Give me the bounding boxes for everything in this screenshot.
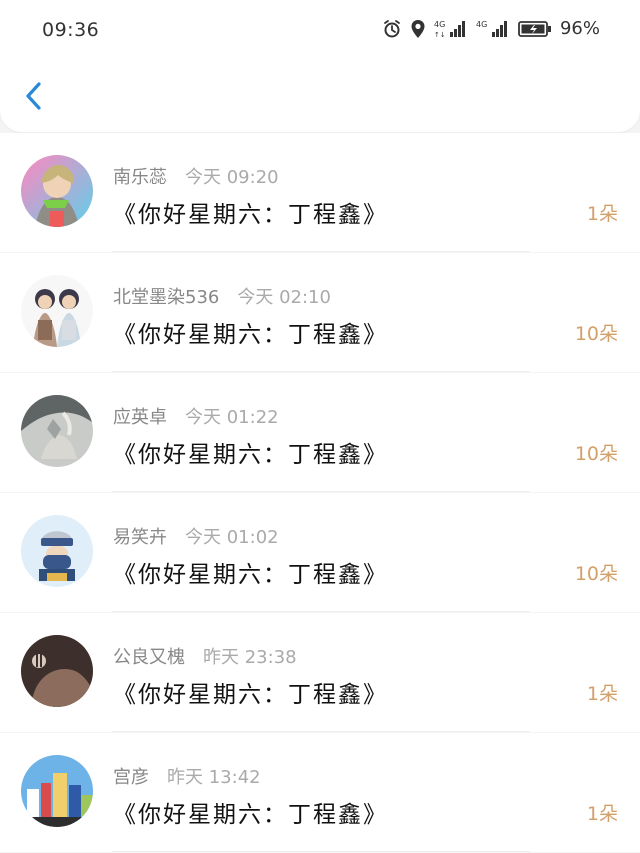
status-bar: 09:36 4G ↑↓ 4G 96% bbox=[0, 0, 640, 60]
list-item[interactable]: 南乐蕊 今天 09:20 《你好星期六：丁程鑫》 1朵 bbox=[0, 133, 640, 252]
avatar bbox=[21, 395, 93, 467]
flower-count: 1朵 bbox=[586, 203, 618, 225]
list-item[interactable]: 应英卓 今天 01:22 《你好星期六：丁程鑫》 10朵 bbox=[0, 373, 640, 492]
flower-count: 10朵 bbox=[574, 563, 618, 585]
sender-name: 应英卓 bbox=[113, 407, 167, 428]
svg-text:↑↓: ↑↓ bbox=[434, 31, 446, 39]
meta: 易笑卉 今天 01:02 bbox=[113, 523, 279, 549]
avatar bbox=[21, 755, 93, 827]
status-time: 09:36 bbox=[42, 19, 100, 41]
svg-text:4G: 4G bbox=[476, 20, 487, 29]
meta: 宫彦 昨天 13:42 bbox=[113, 763, 261, 789]
signal-4g-icon: 4G bbox=[476, 19, 510, 39]
avatar bbox=[21, 515, 93, 587]
alarm-icon bbox=[382, 19, 402, 39]
flower-count: 10朵 bbox=[574, 323, 618, 345]
sender-name: 公良又槐 bbox=[113, 647, 185, 668]
status-icons: 4G ↑↓ 4G 96% bbox=[382, 18, 600, 39]
gift-title: 《你好星期六：丁程鑫》 bbox=[113, 562, 388, 588]
sender-name: 北堂墨染536 bbox=[113, 287, 220, 308]
gift-title: 《你好星期六：丁程鑫》 bbox=[113, 442, 388, 468]
avatar bbox=[21, 155, 93, 227]
chevron-left-icon bbox=[26, 82, 41, 110]
flower-count: 1朵 bbox=[586, 803, 618, 825]
gift-title: 《你好星期六：丁程鑫》 bbox=[113, 802, 388, 828]
timestamp: 昨天 13:42 bbox=[167, 767, 261, 788]
meta: 公良又槐 昨天 23:38 bbox=[113, 643, 297, 669]
sender-name: 宫彦 bbox=[113, 767, 149, 788]
timestamp: 今天 01:02 bbox=[185, 527, 279, 548]
flower-count: 1朵 bbox=[586, 683, 618, 705]
avatar bbox=[21, 635, 93, 707]
sender-name: 南乐蕊 bbox=[113, 167, 167, 188]
meta: 应英卓 今天 01:22 bbox=[113, 403, 279, 429]
avatar bbox=[21, 275, 93, 347]
timestamp: 今天 09:20 bbox=[185, 167, 279, 188]
gift-list: 南乐蕊 今天 09:20 《你好星期六：丁程鑫》 1朵 北堂墨染536 今天 02:… bbox=[0, 133, 640, 853]
gift-title: 《你好星期六：丁程鑫》 bbox=[113, 322, 388, 348]
sender-name: 易笑卉 bbox=[113, 527, 167, 548]
meta: 北堂墨染536 今天 02:10 bbox=[113, 283, 331, 309]
meta: 南乐蕊 今天 09:20 bbox=[113, 163, 279, 189]
timestamp: 今天 01:22 bbox=[185, 407, 279, 428]
list-item[interactable]: 宫彦 昨天 13:42 《你好星期六：丁程鑫》 1朵 bbox=[0, 733, 640, 852]
list-item[interactable]: 北堂墨染536 今天 02:10 《你好星期六：丁程鑫》 10朵 bbox=[0, 253, 640, 372]
list-item[interactable]: 公良又槐 昨天 23:38 《你好星期六：丁程鑫》 1朵 bbox=[0, 613, 640, 732]
location-icon bbox=[410, 19, 426, 39]
battery-icon bbox=[518, 19, 552, 39]
battery-percent: 96% bbox=[559, 18, 600, 39]
timestamp: 今天 02:10 bbox=[237, 287, 331, 308]
gift-title: 《你好星期六：丁程鑫》 bbox=[113, 682, 388, 708]
header bbox=[0, 60, 640, 132]
gift-title: 《你好星期六：丁程鑫》 bbox=[113, 202, 388, 228]
svg-text:4G: 4G bbox=[434, 20, 445, 29]
flower-count: 10朵 bbox=[574, 443, 618, 465]
signal-4g-icon: 4G ↑↓ bbox=[434, 19, 468, 39]
list-item[interactable]: 易笑卉 今天 01:02 《你好星期六：丁程鑫》 10朵 bbox=[0, 493, 640, 612]
back-button[interactable] bbox=[20, 78, 50, 114]
timestamp: 昨天 23:38 bbox=[203, 647, 297, 668]
